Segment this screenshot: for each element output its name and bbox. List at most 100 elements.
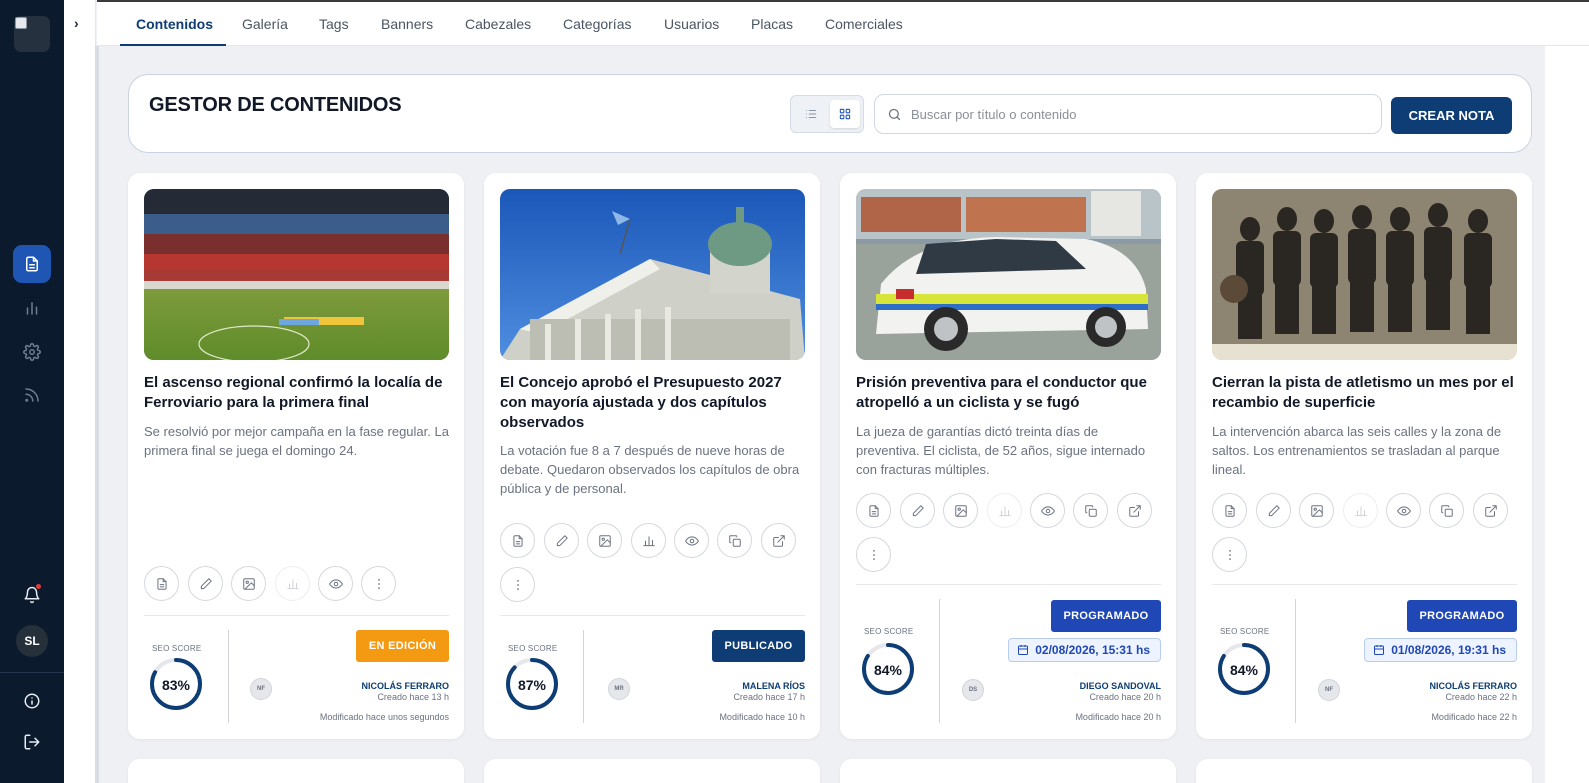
stats-button[interactable]	[987, 493, 1022, 528]
tab-cabezales[interactable]: Cabezales	[465, 16, 531, 32]
scheduled-date-text: 02/08/2026, 15:31 hs	[1035, 643, 1150, 657]
tab-banners[interactable]: Banners	[381, 16, 433, 32]
scrollbar-track[interactable]	[1545, 46, 1589, 783]
tab-tags[interactable]: Tags	[319, 16, 349, 32]
card-title[interactable]: Cierran la pista de atletismo un mes por…	[1212, 373, 1517, 413]
app-logo[interactable]	[14, 16, 50, 52]
pencil-icon	[1268, 504, 1280, 516]
tab-usuarios[interactable]: Usuarios	[664, 16, 719, 32]
nav-contents-icon[interactable]	[13, 245, 51, 283]
content-card[interactable]: Cierran la pista de atletismo un mes por…	[1196, 173, 1532, 739]
grid-view-button[interactable]	[830, 100, 860, 128]
media-button[interactable]	[231, 566, 266, 601]
duplicate-button[interactable]	[1429, 493, 1464, 528]
view-mode-toggle	[790, 95, 864, 133]
stats-button[interactable]	[275, 566, 310, 601]
bar-chart-icon	[1354, 505, 1367, 516]
card-thumbnail[interactable]	[856, 189, 1161, 360]
copy-icon	[1084, 504, 1097, 517]
card-title[interactable]: Prisión preventiva para el conductor que…	[856, 373, 1161, 413]
quick-edit-button[interactable]	[544, 523, 579, 558]
expand-chevron-icon[interactable]: ›	[74, 15, 79, 31]
external-link-icon	[1128, 504, 1141, 517]
sidebar-divider	[0, 672, 64, 673]
edit-content-button[interactable]	[500, 523, 535, 558]
more-vertical-icon	[872, 549, 875, 560]
preview-button[interactable]	[1386, 493, 1421, 528]
status-badge: PUBLICADO	[712, 630, 805, 662]
tab-comerciales[interactable]: Comerciales	[825, 16, 903, 32]
content-card[interactable]: El ascenso regional confirmó la localía …	[128, 173, 464, 739]
content-card[interactable]: Prisión preventiva para el conductor que…	[840, 173, 1176, 739]
card-thumbnail[interactable]	[1212, 189, 1517, 360]
sidebar-collapse-strip: ›	[64, 0, 96, 783]
stats-button[interactable]	[631, 523, 666, 558]
user-avatar[interactable]: SL	[16, 625, 48, 657]
duplicate-button[interactable]	[1073, 493, 1108, 528]
preview-button[interactable]	[674, 523, 709, 558]
search-input[interactable]	[911, 103, 1371, 125]
created-time: Creado hace 13 h	[377, 692, 449, 702]
external-link-icon	[772, 534, 785, 547]
more-vertical-icon	[1228, 549, 1231, 560]
card-title[interactable]: El Concejo aprobó el Presupuesto 2027 co…	[500, 373, 805, 433]
list-icon	[805, 109, 817, 119]
more-options-button[interactable]	[856, 537, 891, 572]
create-note-button[interactable]: CREAR NOTA	[1391, 97, 1512, 134]
open-external-button[interactable]	[1117, 493, 1152, 528]
content-card[interactable]	[1196, 759, 1532, 783]
footer-divider	[939, 599, 940, 723]
content-card[interactable]	[840, 759, 1176, 783]
quick-edit-button[interactable]	[900, 493, 935, 528]
scroll-rail	[95, 46, 99, 783]
media-button[interactable]	[1299, 493, 1334, 528]
preview-button[interactable]	[1030, 493, 1065, 528]
author-name: DIEGO SANDOVAL	[1079, 681, 1161, 691]
card-description: Se resolvió por mejor campaña en la fase…	[144, 424, 449, 458]
author-name: NICOLÁS FERRARO	[1429, 681, 1518, 691]
content-manager-header: GESTOR DE CONTENIDOS CREAR NOTA	[128, 74, 1532, 153]
tab-contenidos[interactable]: Contenidos	[136, 16, 213, 32]
nav-stats-icon[interactable]	[13, 289, 51, 327]
more-options-button[interactable]	[1212, 537, 1247, 572]
media-button[interactable]	[587, 523, 622, 558]
card-description: La jueza de garantías dictó treinta días…	[856, 424, 1146, 477]
duplicate-button[interactable]	[717, 523, 752, 558]
author-name: NICOLÁS FERRARO	[361, 681, 450, 691]
media-button[interactable]	[943, 493, 978, 528]
content-card[interactable]: El Concejo aprobó el Presupuesto 2027 co…	[484, 173, 820, 739]
tab-categorias[interactable]: Categorías	[563, 16, 631, 32]
tab-galeria[interactable]: Galería	[242, 16, 288, 32]
card-title[interactable]: El ascenso regional confirmó la localía …	[144, 373, 449, 413]
logout-icon[interactable]	[13, 723, 51, 761]
info-icon[interactable]	[13, 682, 51, 720]
edit-content-button[interactable]	[1212, 493, 1247, 528]
nav-settings-icon[interactable]	[13, 333, 51, 371]
open-external-button[interactable]	[1473, 493, 1508, 528]
open-external-button[interactable]	[761, 523, 796, 558]
eye-icon	[684, 535, 699, 546]
more-options-button[interactable]	[361, 566, 396, 601]
active-tab-indicator	[120, 44, 226, 46]
external-link-icon	[1484, 504, 1497, 517]
quick-edit-button[interactable]	[188, 566, 223, 601]
edit-content-button[interactable]	[144, 566, 179, 601]
quick-edit-button[interactable]	[1256, 493, 1291, 528]
seo-score-label: SEO SCORE	[508, 644, 558, 653]
author-avatar: NF	[1318, 679, 1340, 701]
more-options-button[interactable]	[500, 567, 535, 602]
card-thumbnail[interactable]	[144, 189, 449, 360]
list-view-button[interactable]	[796, 100, 826, 128]
content-card[interactable]	[484, 759, 820, 783]
notifications-bell-icon[interactable]	[13, 576, 51, 614]
content-card[interactable]	[128, 759, 464, 783]
stats-button[interactable]	[1343, 493, 1378, 528]
author-avatar: DS	[962, 679, 984, 701]
card-divider	[144, 615, 449, 616]
seo-score-value: 87%	[517, 677, 547, 693]
card-thumbnail[interactable]	[500, 189, 805, 360]
tab-placas[interactable]: Placas	[751, 16, 793, 32]
edit-content-button[interactable]	[856, 493, 891, 528]
nav-rss-icon[interactable]	[13, 376, 51, 414]
preview-button[interactable]	[318, 566, 353, 601]
